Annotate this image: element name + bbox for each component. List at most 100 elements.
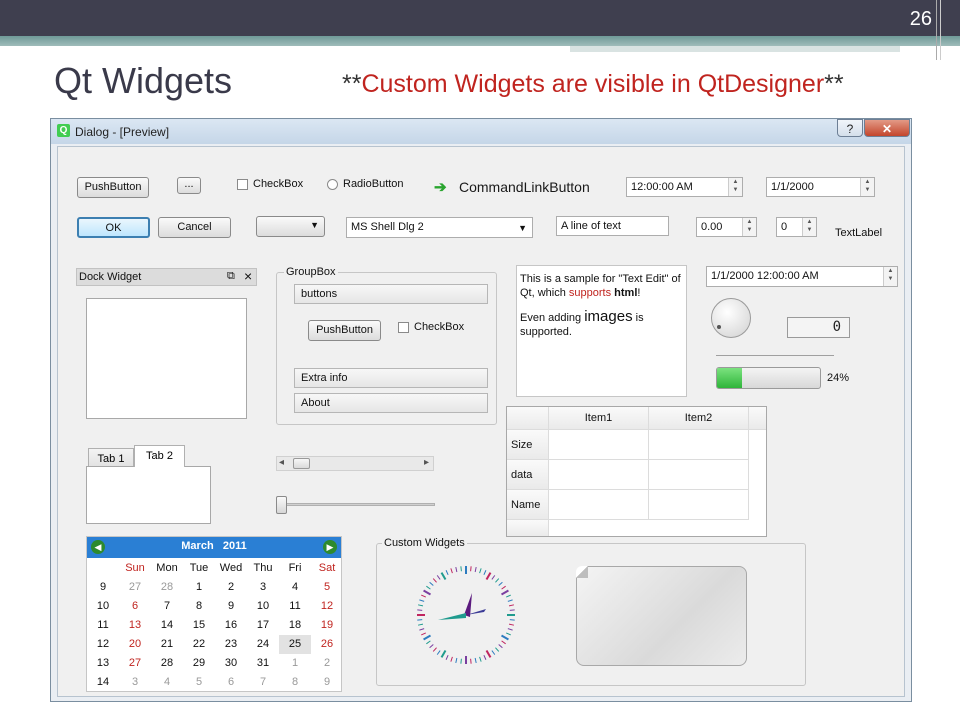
dock-widget-titlebar[interactable]: Dock Widget ⧉ × bbox=[76, 268, 257, 286]
table-cell[interactable] bbox=[549, 460, 649, 490]
group-pushbutton[interactable]: PushButton bbox=[308, 320, 381, 341]
calendar-day[interactable]: 4 bbox=[151, 673, 183, 692]
table-cell[interactable] bbox=[649, 460, 749, 490]
spin-arrows-icon[interactable]: ▲ ▼ bbox=[728, 178, 742, 196]
combo-box[interactable]: ▼ bbox=[256, 216, 325, 237]
font-combo-box[interactable]: MS Shell Dlg 2 ▼ bbox=[346, 217, 533, 238]
radio-button[interactable] bbox=[327, 179, 338, 190]
spin-arrows-icon[interactable]: ▲ ▼ bbox=[802, 218, 816, 236]
checkbox[interactable] bbox=[237, 179, 248, 190]
calendar-day[interactable]: 5 bbox=[183, 673, 215, 692]
tab-1[interactable]: Tab 1 bbox=[88, 448, 134, 468]
calendar-day[interactable]: 30 bbox=[215, 654, 247, 673]
spin-arrows-icon[interactable]: ▲ ▼ bbox=[883, 267, 897, 286]
calendar-day[interactable]: 4 bbox=[279, 578, 311, 597]
calendar-day[interactable]: 10 bbox=[247, 597, 279, 616]
calendar-day[interactable]: 19 bbox=[311, 616, 343, 635]
pushbutton[interactable]: PushButton bbox=[77, 177, 149, 198]
calendar-day[interactable]: 7 bbox=[247, 673, 279, 692]
dialog-titlebar[interactable]: Q Dialog - [Preview] ? ✕ bbox=[51, 119, 911, 144]
time-edit[interactable]: 12:00:00 AM ▲ ▼ bbox=[626, 177, 743, 197]
calendar-day[interactable]: 8 bbox=[183, 597, 215, 616]
calendar-day[interactable]: 27 bbox=[119, 654, 151, 673]
calendar-day[interactable]: 7 bbox=[151, 597, 183, 616]
calendar-month-year[interactable]: March 2011 bbox=[87, 540, 341, 552]
help-button[interactable]: ? bbox=[837, 119, 863, 137]
table-cell[interactable] bbox=[649, 490, 749, 520]
calendar-day[interactable]: 8 bbox=[279, 673, 311, 692]
table-row-header[interactable]: Name bbox=[507, 490, 549, 520]
buttons-toolbox-tab[interactable]: buttons bbox=[294, 284, 488, 304]
datetime-edit[interactable]: 1/1/2000 12:00:00 AM ▲ ▼ bbox=[706, 266, 898, 287]
calendar-day[interactable]: 9 bbox=[311, 673, 343, 692]
calendar-day[interactable]: 16 bbox=[215, 616, 247, 635]
ok-button[interactable]: OK bbox=[77, 217, 150, 238]
calendar-day[interactable]: 27 bbox=[119, 578, 151, 597]
calendar-day[interactable]: 26 bbox=[311, 635, 343, 654]
calendar-day[interactable]: 28 bbox=[151, 654, 183, 673]
calendar-day[interactable]: 6 bbox=[119, 597, 151, 616]
next-month-icon[interactable]: ▶ bbox=[323, 540, 337, 554]
group-checkbox[interactable] bbox=[398, 322, 409, 333]
spin-box[interactable]: 0 ▲ ▼ bbox=[776, 217, 817, 237]
float-icon[interactable]: ⧉ bbox=[227, 270, 235, 283]
date-edit[interactable]: 1/1/2000 ▲ ▼ bbox=[766, 177, 875, 197]
scroll-left-icon[interactable]: ◂ bbox=[279, 457, 284, 468]
dial[interactable] bbox=[711, 298, 751, 338]
calendar-day[interactable]: 29 bbox=[183, 654, 215, 673]
scroll-right-icon[interactable]: ▸ bbox=[424, 457, 429, 468]
calendar-day[interactable]: 3 bbox=[247, 578, 279, 597]
scrollbar-thumb[interactable] bbox=[293, 458, 310, 469]
tab-2[interactable]: Tab 2 bbox=[134, 445, 185, 467]
calendar-day[interactable]: 13 bbox=[119, 616, 151, 635]
calendar-day[interactable]: 5 bbox=[311, 578, 343, 597]
calendar-day[interactable]: 11 bbox=[279, 597, 311, 616]
custom-panel-widget[interactable] bbox=[576, 566, 747, 666]
calendar-day[interactable]: 25 bbox=[279, 635, 311, 654]
command-link-button[interactable]: CommandLinkButton bbox=[459, 179, 590, 195]
calendar-day[interactable]: 12 bbox=[311, 597, 343, 616]
cancel-button[interactable]: Cancel bbox=[158, 217, 231, 238]
table-row-header[interactable]: Size bbox=[507, 430, 549, 460]
spin-arrows-icon[interactable]: ▲ ▼ bbox=[860, 178, 874, 196]
calendar-day[interactable]: 28 bbox=[151, 578, 183, 597]
table-column-header[interactable]: Item1 bbox=[549, 407, 649, 430]
close-icon[interactable]: × bbox=[244, 268, 252, 284]
calendar-day[interactable]: 20 bbox=[119, 635, 151, 654]
calendar-day[interactable]: 2 bbox=[215, 578, 247, 597]
slider-groove[interactable] bbox=[280, 503, 435, 506]
double-spin-box[interactable]: 0.00 ▲ ▼ bbox=[696, 217, 757, 237]
calendar-day[interactable]: 17 bbox=[247, 616, 279, 635]
table-column-header[interactable]: Item2 bbox=[649, 407, 749, 430]
calendar-day[interactable]: 6 bbox=[215, 673, 247, 692]
calendar-day[interactable]: 2 bbox=[311, 654, 343, 673]
spin-arrows-icon[interactable]: ▲ ▼ bbox=[742, 218, 756, 236]
calendar-day[interactable]: 15 bbox=[183, 616, 215, 635]
horizontal-scrollbar[interactable]: ◂ ▸ bbox=[276, 456, 434, 471]
line-edit[interactable]: A line of text bbox=[556, 216, 669, 236]
about-toolbox-tab[interactable]: About bbox=[294, 393, 488, 413]
extra-info-toolbox-tab[interactable]: Extra info bbox=[294, 368, 488, 388]
calendar-day[interactable]: 14 bbox=[151, 616, 183, 635]
dock-widget-content[interactable] bbox=[86, 298, 247, 419]
table-widget[interactable]: Item1 Item2 Size data Name bbox=[506, 406, 767, 537]
calendar-month[interactable]: March bbox=[181, 540, 213, 552]
text-edit[interactable]: This is a sample for "Text Edit" of Qt, … bbox=[516, 265, 687, 397]
table-cell[interactable] bbox=[549, 430, 649, 460]
close-button[interactable]: ✕ bbox=[864, 119, 910, 137]
calendar-day[interactable]: 24 bbox=[247, 635, 279, 654]
calendar-year[interactable]: 2011 bbox=[223, 540, 247, 552]
calendar-day[interactable]: 22 bbox=[183, 635, 215, 654]
calendar-day[interactable]: 1 bbox=[183, 578, 215, 597]
table-row-header[interactable]: data bbox=[507, 460, 549, 490]
tool-button[interactable]: ... bbox=[177, 177, 201, 194]
calendar-day[interactable]: 9 bbox=[215, 597, 247, 616]
calendar-widget[interactable]: ◀ March 2011 ▶ Sun Mon Tue Wed Thu Fri Sat 9 27 2… bbox=[86, 536, 342, 692]
table-cell[interactable] bbox=[549, 490, 649, 520]
calendar-day[interactable]: 3 bbox=[119, 673, 151, 692]
calendar-day[interactable]: 23 bbox=[215, 635, 247, 654]
calendar-day[interactable]: 21 bbox=[151, 635, 183, 654]
calendar-day[interactable]: 1 bbox=[279, 654, 311, 673]
table-cell[interactable] bbox=[649, 430, 749, 460]
calendar-day[interactable]: 31 bbox=[247, 654, 279, 673]
